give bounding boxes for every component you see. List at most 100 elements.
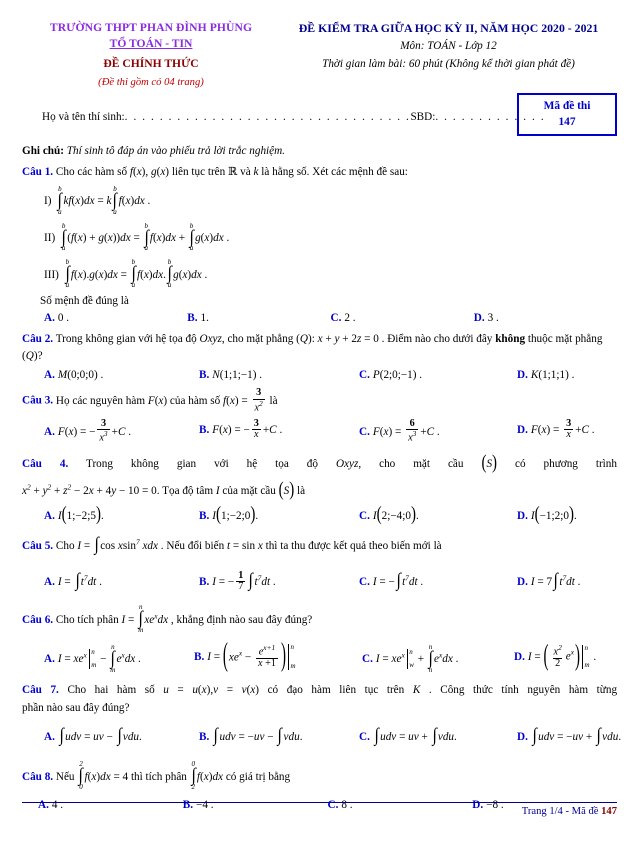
option-b-value: I(1;−2;0). [212,504,259,526]
page-footer: Trang 1/4 - Mã đề 147 [22,802,617,817]
header-left-block: TRƯỜNG THPT PHAN ĐÌNH PHÙNG TỔ TOÁN - TI… [22,20,280,91]
option-b[interactable]: B. 1. [187,312,330,324]
option-a-letter: A. [44,653,55,666]
question-2-options: A. M(0;0;0) . B. N(1;1;−1) . C. P(2;0;−1) .… [22,369,617,381]
option-b[interactable]: B. N(1;1;−1) . [199,369,359,381]
option-a[interactable]: A. 0 . [44,312,187,324]
integral-symbol: b ∫ a [65,258,70,290]
question-2-text: Trong không gian với hệ tọa độ Oxyz, cho… [22,332,603,362]
option-a-letter: A. [44,369,55,382]
integral-symbol: 2 ∫ 0 [78,760,84,791]
option-d[interactable]: D. F(x) = 3 x +C . [517,417,617,445]
department-name: TỔ TOÁN - TIN [109,36,193,50]
option-d-letter: D. [514,650,525,663]
option-c-letter: C. [359,369,370,382]
option-c-letter: C. [359,730,370,743]
option-c[interactable]: C. I = xex n w + n ∫ n exdx . [362,643,514,675]
option-c-value: F(x) = 6 x3 +C . [372,417,440,444]
header-right-block: ĐỀ KIỂM TRA GIỮA HỌC KỲ II, NĂM HỌC 2020… [280,20,617,91]
option-d[interactable]: D. I = 7 ∫ t7dt . [517,567,617,598]
question-1: Câu 1. Cho các hàm số f(x), g(x) liên tụ… [22,164,617,181]
question-6-text: Cho tích phân I = n ∫ m xexdx , khẳng định … [55,603,313,634]
integral-symbol: b ∫ a [189,221,194,253]
option-a-value: I = xex n m − n ∫ m exdx . [57,642,141,674]
option-c[interactable]: C. I = − ∫ t7dt . [359,567,517,598]
option-b-letter: B. [187,311,198,324]
option-c[interactable]: C. F(x) = 6 x3 +C . [359,417,517,445]
option-d-letter: D. [517,730,528,743]
option-b[interactable]: B. I = −1 7 ∫ t7dt . [199,567,359,598]
integral-symbol: b ∫ a [167,258,172,290]
question-6-label: Câu 6. [22,613,54,626]
option-d[interactable]: D. ∫ udv = −uv + ∫ vdu. [517,722,621,753]
option-a-letter: A. [44,509,55,522]
option-d-letter: D. [517,509,528,522]
question-1-statement-I: I) b ∫ a kf(x)dx = k b ∫ a f(x)dx . [44,184,151,216]
identity-row: Mã đề thi 147 Họ và tên thí sinh:. . . .… [0,91,639,143]
footer-page-info: Trang 1/4 - Mã đề 147 [22,806,617,817]
option-d-value: 3 . [487,311,499,324]
candidate-name-label: Họ và tên thí sinh: [42,110,125,123]
option-d-value: F(x) = 3 x +C . [530,417,595,441]
integral-symbol: b ∫ a [57,184,63,216]
option-c[interactable]: C. I(2;−4;0). [359,504,517,526]
option-b[interactable]: B. F(x) = −3 x +C . [199,417,359,445]
question-8-text: Nếu 2 ∫ 0 f(x)dx = 4 thì tích phân 0 ∫ 2 f(x)d… [55,760,291,791]
question-5-text: Cho I = ∫ cos xsin7 xdx . Nếu đổi biến t… [56,536,442,555]
candidate-name-dots: . . . . . . . . . . . . . . . . . . . . … [124,110,411,123]
question-3-options: A. F(x) = −3 x3 +C . B. F(x) = −3 x +C . C. F(x… [22,417,617,445]
option-d[interactable]: D. K(1;1;1) . [517,369,617,381]
option-d[interactable]: D. I(−1;2;0). [517,504,617,526]
option-b-value: 1. [200,311,209,324]
question-4: Câu 4. Trong không gian với hệ tọa độ Ox… [22,452,617,502]
option-b-value: N [212,369,220,382]
question-3-label: Câu 3. [22,394,54,407]
integral-symbol: b ∫ a [144,221,149,253]
option-c[interactable]: C. 2 . [331,312,474,324]
option-d[interactable]: D. I = (x2 2 ex) n m . [514,640,617,675]
question-5: Câu 5. Cho I = ∫ cos xsin7 xdx . Nếu đổi… [22,531,617,562]
statement-label-III: III) [44,268,59,281]
option-c-letter: C. [362,653,373,666]
candidate-name-line: Họ và tên thí sinh:. . . . . . . . . . .… [42,111,545,123]
footer-exam-code: 147 [601,806,617,817]
option-c-letter: C. [359,509,370,522]
question-7-text-line2: phần nào sau đây đúng? [22,702,130,715]
question-5-options: A. I = ∫ t7dt . B. I = −1 7 ∫ t7dt . C. I = … [22,567,617,598]
option-a[interactable]: A. F(x) = −3 x3 +C . [44,418,199,445]
question-4-options: A. I(1;−2;5). B. I(1;−2;0). C. I(2;−4;0). D… [22,504,617,526]
option-c-letter: C. [359,575,370,588]
option-a-letter: A. [44,575,55,588]
option-a[interactable]: A. M(0;0;0) . [44,369,199,381]
note-label: Ghi chú: [22,144,64,157]
option-a-value: M [57,369,68,382]
option-b[interactable]: B. I = (xex − ex+1 x +1) n m [194,639,362,675]
option-a[interactable]: A. I = xex n m − n ∫ m exdx . [44,642,194,675]
option-d[interactable]: D. 3 . [474,312,617,324]
option-b-letter: B. [199,575,210,588]
option-c-value: ∫ udv = uv + ∫ vdu. [374,725,457,747]
option-d-value: I = 7 ∫ t7dt . [530,570,581,592]
integral-symbol: 0 ∫ 2 [191,760,196,791]
option-b[interactable]: B. ∫ udv = −uv − ∫ vdu. [199,722,359,753]
option-a[interactable]: A. ∫ udv = uv − ∫ vdu. [44,722,199,753]
question-1-statement-II: II) b ∫ a (f(x) + g(x))dx = b ∫ a f(x)dx + b ∫ a… [44,221,230,253]
option-a[interactable]: A. I(1;−2;5). [44,504,199,526]
option-a-value: I(1;−2;5). [57,504,104,526]
question-7-options: A. ∫ udv = uv − ∫ vdu. B. ∫ udv = −uv − … [22,722,621,753]
option-a-letter: A. [44,730,55,743]
exam-duration: Thời gian làm bài: 60 phút (Không kể thờ… [322,57,575,70]
question-3: Câu 3. Họ các nguyên hàm F(x) của hàm số… [22,387,617,414]
exam-subject: Môn: TOÁN - Lớp 12 [400,39,497,52]
footer-divider [22,802,617,803]
option-c[interactable]: C. ∫ udv = uv + ∫ vdu. [359,722,517,753]
option-b-value: F(x) = −3 x +C . [212,417,283,441]
option-c[interactable]: C. P(2;0;−1) . [359,369,517,381]
option-b-letter: B. [199,730,210,743]
option-b[interactable]: B. I(1;−2;0). [199,504,359,526]
option-a[interactable]: A. I = ∫ t7dt . [44,567,199,598]
option-b-letter: B. [199,423,210,436]
option-a-letter: A. [44,311,55,324]
exam-note: Ghi chú: Thí sinh tô đáp án vào phiếu tr… [0,145,639,157]
option-d-letter: D. [517,423,528,436]
